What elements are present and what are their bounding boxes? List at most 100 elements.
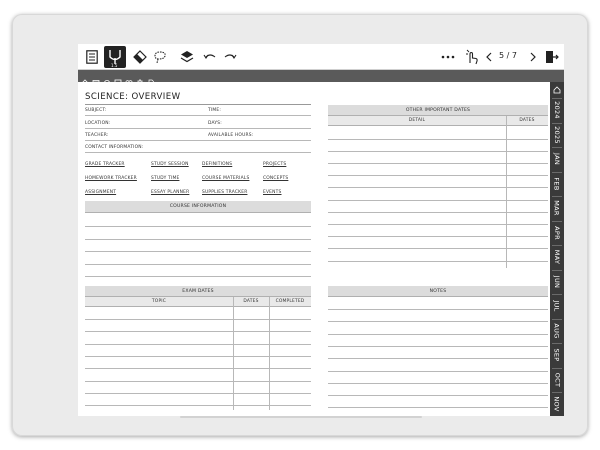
toolbar: 1.5 5 / 7 xyxy=(78,44,564,70)
other-dates-row[interactable] xyxy=(328,260,548,262)
other-dates-row[interactable] xyxy=(328,199,548,201)
tab-mar[interactable]: MAR xyxy=(550,196,564,220)
link-homework-tracker[interactable]: HOMEWORK TRACKER xyxy=(85,176,137,181)
exam-dates-row[interactable] xyxy=(85,368,311,369)
exam-dates-row[interactable] xyxy=(85,405,311,406)
pen-icon[interactable]: 1.5 xyxy=(104,46,126,68)
tab-separator xyxy=(552,220,562,222)
exam-dates-row[interactable] xyxy=(85,331,311,332)
tab-home-icon[interactable] xyxy=(550,82,564,98)
course-information-line[interactable] xyxy=(85,276,311,278)
tab-apr[interactable]: APR xyxy=(550,221,564,245)
tab-feb[interactable]: FEB xyxy=(550,172,564,196)
days-label: DAYS: xyxy=(208,121,222,126)
tab-2025[interactable]: 2025 xyxy=(550,123,564,147)
tab-may[interactable]: MAY xyxy=(550,245,564,269)
link-events[interactable]: EVENTS xyxy=(263,190,282,195)
course-information-line[interactable] xyxy=(85,238,311,240)
other-dates-row[interactable] xyxy=(328,223,548,225)
notes-line[interactable] xyxy=(328,395,548,396)
other-dates-row[interactable] xyxy=(328,138,548,140)
tab-separator xyxy=(552,122,562,124)
tab-label: 2025 xyxy=(553,125,561,144)
tab-separator xyxy=(552,196,562,197)
home-icon[interactable] xyxy=(81,72,89,87)
exam-dates-row[interactable] xyxy=(85,392,311,394)
course-information-line[interactable] xyxy=(85,251,311,252)
contact-line[interactable] xyxy=(85,152,311,153)
tab-jul[interactable]: JUL xyxy=(550,294,564,318)
other-dates-row[interactable] xyxy=(328,162,548,164)
notes-line[interactable] xyxy=(328,309,548,310)
link-projects[interactable]: PROJECTS xyxy=(263,162,286,167)
page-list-icon[interactable] xyxy=(84,48,100,66)
link-supplies-tracker[interactable]: SUPPLIES TRACKER xyxy=(202,190,247,195)
link-assignment[interactable]: ASSIGNMENT xyxy=(85,190,116,195)
notes-line[interactable] xyxy=(328,358,548,359)
planner-page xyxy=(78,82,550,416)
link-essay-planner[interactable]: ESSAY PLANNER xyxy=(151,190,189,195)
teacher-line[interactable] xyxy=(85,140,311,141)
notes-line[interactable] xyxy=(328,370,548,372)
tab-label: JUN xyxy=(553,275,561,288)
link-definitions[interactable]: DEFINITIONS xyxy=(202,162,232,167)
tab-label: 2024 xyxy=(553,101,561,119)
other-dates-row[interactable] xyxy=(328,211,548,213)
next-page-icon[interactable] xyxy=(528,48,538,66)
trash-icon[interactable] xyxy=(136,72,144,87)
settings-icon[interactable] xyxy=(103,72,111,86)
exam-dates-row[interactable] xyxy=(85,355,311,357)
available-hours-label: AVAILABLE HOURS: xyxy=(208,133,254,138)
course-information-line[interactable] xyxy=(85,263,311,265)
tablet-device: 1.5 5 / 7 SCIENCE: OVERVIEW SUBJECT: TIM… xyxy=(12,14,588,436)
prev-page-icon[interactable] xyxy=(484,48,494,66)
link-grade-tracker[interactable]: GRADE TRACKER xyxy=(85,162,125,167)
exit-icon[interactable] xyxy=(544,48,560,66)
month-tabs: 2024 2025 JAN FEB MAR APR MAY JUN JUL AUG SEP OCT NO… xyxy=(550,82,564,416)
exam-dates-header: EXAM DATES xyxy=(85,286,311,297)
link-study-session[interactable]: STUDY SESSION xyxy=(151,162,189,167)
heart-icon[interactable] xyxy=(125,72,133,87)
notes-line[interactable] xyxy=(328,321,548,322)
tab-jan[interactable]: JAN xyxy=(550,147,564,171)
course-information-line[interactable] xyxy=(85,226,311,227)
subject-line[interactable] xyxy=(85,115,311,116)
link-course-materials[interactable]: COURSE MATERIALS xyxy=(202,176,249,181)
undo-icon[interactable] xyxy=(202,48,218,66)
link-concepts[interactable]: CONCEPTS xyxy=(263,176,288,181)
notes-line[interactable] xyxy=(328,333,548,335)
other-dates-row[interactable] xyxy=(328,175,548,176)
notes-line[interactable] xyxy=(328,407,548,409)
calendar-icon[interactable] xyxy=(92,72,100,87)
exam-dates-row[interactable] xyxy=(85,319,311,320)
exam-dates-row[interactable] xyxy=(85,343,311,345)
eraser-icon[interactable] xyxy=(132,48,148,66)
layers-icon[interactable] xyxy=(178,48,196,66)
tab-label: FEB xyxy=(553,176,561,191)
tab-label: AUG xyxy=(553,322,561,339)
other-dates-row[interactable] xyxy=(328,187,548,188)
tab-jun[interactable]: JUN xyxy=(550,270,564,294)
redo-icon[interactable] xyxy=(222,48,238,66)
link-study-time[interactable]: STUDY TIME xyxy=(151,176,179,181)
touch-icon[interactable] xyxy=(464,48,480,66)
tab-aug[interactable]: AUG xyxy=(550,319,564,343)
tab-2024[interactable]: 2024 xyxy=(550,98,564,122)
tab-sep[interactable]: SEP xyxy=(550,343,564,367)
exam-dates-row[interactable] xyxy=(85,380,311,382)
tab-oct[interactable]: OCT xyxy=(550,368,564,392)
document-icon[interactable] xyxy=(147,72,155,87)
time-label: TIME: xyxy=(208,108,222,113)
location-line[interactable] xyxy=(85,128,311,129)
notes-line[interactable] xyxy=(328,382,548,384)
tab-separator xyxy=(552,98,562,99)
lasso-icon[interactable] xyxy=(152,48,168,66)
tab-nov[interactable]: NOV xyxy=(550,392,564,416)
notes-line[interactable] xyxy=(328,345,548,347)
more-icon[interactable] xyxy=(440,48,456,66)
other-dates-col-detail: DETAIL xyxy=(408,118,426,123)
other-dates-row[interactable] xyxy=(328,236,548,237)
other-dates-row[interactable] xyxy=(328,248,548,249)
other-dates-row[interactable] xyxy=(328,150,548,152)
note-icon[interactable] xyxy=(114,72,122,87)
